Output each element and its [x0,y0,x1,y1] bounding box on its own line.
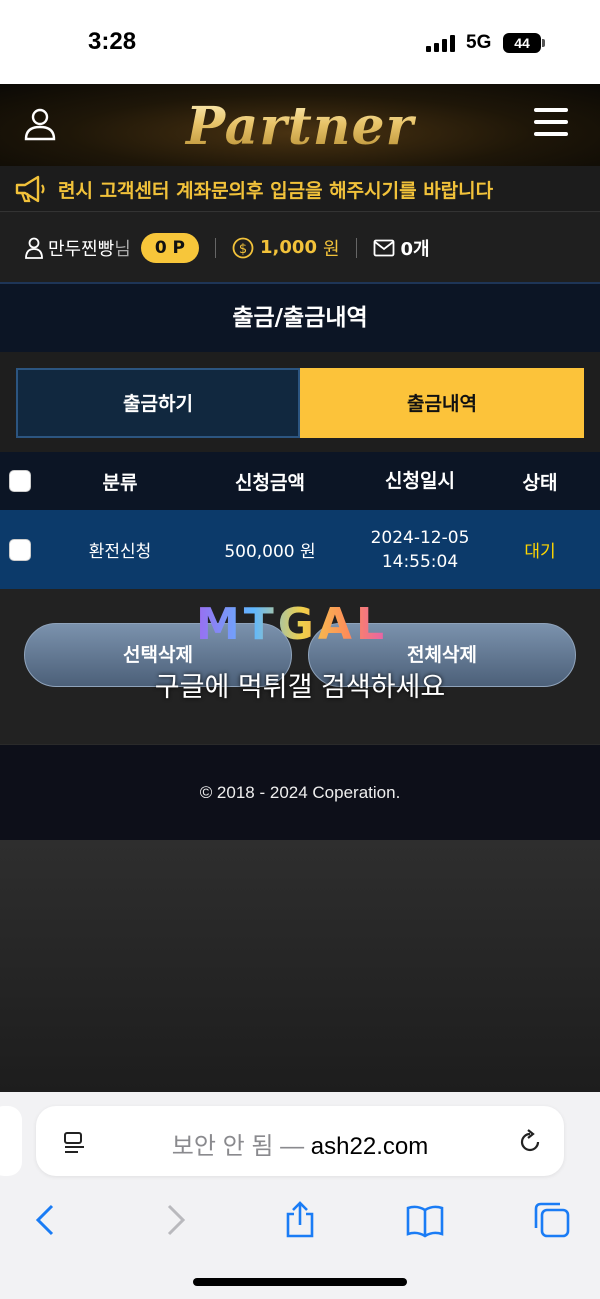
user-info-bar: 만두찐빵 님 0 P $ 1,000 원 0개 [0,213,600,282]
battery-tip [542,39,545,47]
browser-toolbar: 보안 안 됨 — ash22.com [0,1092,600,1299]
money-unit: 원 [322,238,340,260]
signal-icon [426,34,455,52]
svg-text:$: $ [239,242,247,257]
username-suffix: 님 [114,238,131,260]
person-icon [25,237,43,259]
withdraw-history-table: 분류 신청금액 신청일시 상태 환전신청 500,000 원 2024-12-0… [0,452,600,589]
url-host: ash22.com [310,1133,429,1160]
megaphone-icon [15,175,45,203]
points-badge[interactable]: 0 P [140,232,200,263]
footer-copyright: © 2018 - 2024 Coperation. [0,744,600,840]
previous-tab-edge[interactable] [0,1106,22,1176]
row-checkbox[interactable] [9,538,31,561]
table-row[interactable]: 환전신청 500,000 원 2024-12-05 14:55:04 대기 [0,510,600,589]
money-balance: 1,000 [260,237,317,258]
battery-icon: 44 [503,33,541,53]
watermark-text: 구글에 먹튀갤 검색하세요 [154,672,446,703]
back-icon[interactable] [26,1200,66,1240]
bookmarks-icon[interactable] [405,1200,445,1240]
insecure-label: 보안 안 됨 — [171,1133,305,1160]
notice-bar: 련시 고객센터 계좌문의후 입금을 해주시기를 바랍니다 [0,166,600,212]
url-text[interactable]: 보안 안 됨 — ash22.com [36,1126,564,1161]
row-category: 환전신청 [88,542,152,562]
tab-withdraw[interactable]: 출금하기 [16,368,300,438]
message-count[interactable]: 0개 [401,235,430,261]
watermark-logo: MTGAL [196,599,389,650]
hamburger-menu-icon[interactable] [534,108,568,136]
column-header-status: 상태 [522,471,558,494]
column-header-amount: 신청금액 [235,471,305,494]
reload-icon[interactable] [516,1128,544,1156]
row-amount: 500,000 원 [224,542,316,562]
empty-area [0,840,600,1092]
tab-bar: 출금하기 출금내역 [0,352,600,452]
notice-text: 련시 고객센터 계좌문의후 입금을 해주시기를 바랍니다 [58,180,494,202]
column-header-date: 신청일시 [385,470,455,492]
tab-withdraw-history[interactable]: 출금내역 [300,368,584,438]
site-header: Partner [0,84,600,166]
row-date: 2024-12-05 [370,527,470,548]
address-bar[interactable]: 보안 안 됨 — ash22.com [36,1106,564,1176]
status-bar: 3:28 5G 44 [0,0,600,84]
row-status: 대기 [524,542,556,562]
coin-icon: $ [232,237,254,258]
divider [355,237,357,258]
table-header: 분류 신청금액 신청일시 상태 [0,452,600,510]
tabs-icon[interactable] [532,1200,572,1240]
column-header-category: 분류 [102,471,138,494]
action-area: 선택삭제 전체삭제 MTGAL 구글에 먹튀갤 검색하세요 [0,589,600,744]
share-icon[interactable] [280,1200,320,1240]
forward-icon[interactable] [155,1200,195,1240]
select-all-checkbox[interactable] [9,470,31,492]
site-logo[interactable]: Partner [0,96,600,157]
divider [215,237,217,258]
row-datetime: 2024-12-05 14:55:04 [340,526,500,574]
network-type: 5G [466,32,492,53]
page-title: 출금/출금내역 [0,282,600,352]
mail-icon[interactable] [373,239,395,257]
home-indicator [193,1278,407,1286]
browser-nav [0,1196,600,1246]
status-time: 3:28 [88,28,137,55]
username: 만두찐빵 [48,238,115,260]
row-time: 14:55:04 [381,551,459,572]
